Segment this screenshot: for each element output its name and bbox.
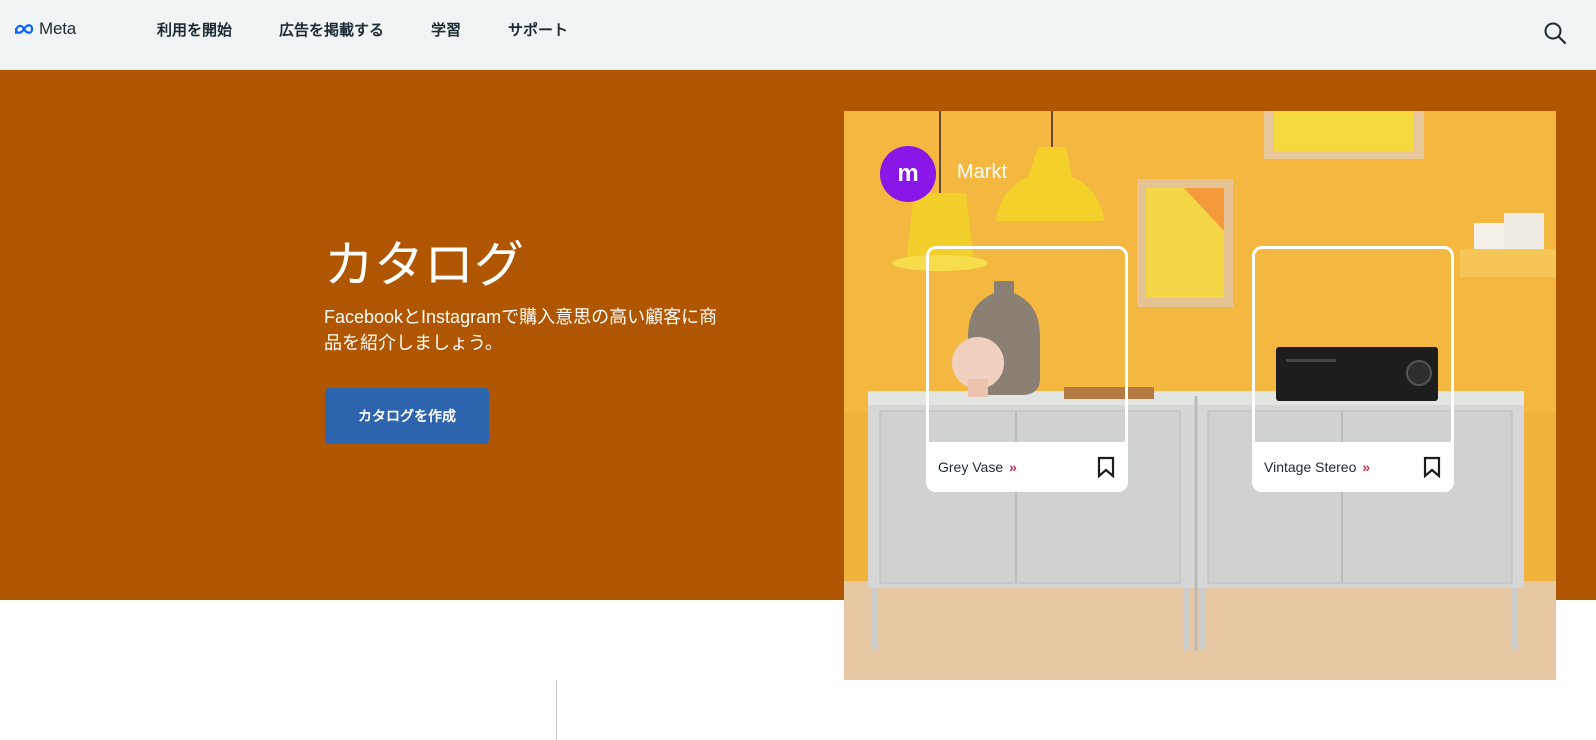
meta-logo[interactable]: Meta: [13, 19, 76, 39]
create-catalog-button[interactable]: カタログを作成: [325, 388, 489, 444]
markt-brand-avatar: m: [880, 146, 936, 202]
page-title: カタログ: [324, 237, 524, 293]
bookmark-icon[interactable]: [1422, 456, 1442, 478]
product-card-footer: Vintage Stereo »: [1252, 442, 1454, 492]
product-name: Grey Vase: [938, 459, 1004, 475]
top-nav: Meta 利用を開始 広告を掲載する 学習 サポート: [0, 0, 1596, 70]
nav-item-learn[interactable]: 学習: [431, 19, 461, 40]
catalog-showcase-image: m Markt Grey Vase » Vintage Stereo »: [844, 111, 1556, 680]
nav-item-advertise[interactable]: 広告を掲載する: [279, 19, 384, 40]
section-divider: [556, 680, 557, 740]
bookmark-icon[interactable]: [1096, 456, 1116, 478]
brand-name: Markt: [957, 161, 1007, 183]
double-chevron-right-icon: »: [1009, 459, 1017, 475]
double-chevron-right-icon: »: [1362, 459, 1371, 475]
product-name: Vintage Stereo: [1264, 459, 1357, 475]
logo-text: Meta: [39, 19, 76, 38]
product-card-footer: Grey Vase »: [926, 442, 1128, 492]
search-icon[interactable]: [1543, 21, 1567, 45]
nav-item-get-started[interactable]: 利用を開始: [157, 19, 232, 40]
product-card[interactable]: Grey Vase »: [926, 246, 1128, 492]
meta-infinity-icon: [14, 24, 34, 35]
product-card[interactable]: Vintage Stereo »: [1252, 246, 1454, 492]
hero-description: FacebookとInstagramで購入意思の高い顧客に商品を紹介しましょう。: [324, 307, 718, 353]
nav-item-support[interactable]: サポート: [508, 19, 568, 40]
nav-menu: 利用を開始 広告を掲載する 学習 サポート: [157, 0, 615, 58]
